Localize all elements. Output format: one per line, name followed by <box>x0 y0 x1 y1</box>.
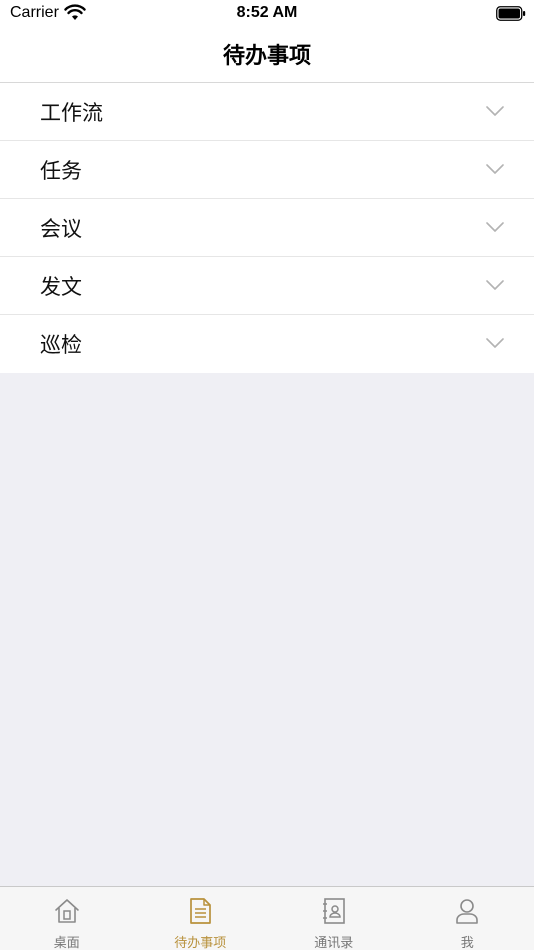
list-item-label: 会议 <box>40 217 82 241</box>
tab-todo[interactable]: 待办事项 <box>134 887 268 950</box>
top-header: Carrier 8:52 AM 待办事项 <box>0 0 534 83</box>
todo-category-list: 工作流 任务 会议 发文 巡检 <box>0 83 534 373</box>
list-item-label: 任务 <box>40 159 82 183</box>
chevron-down-icon <box>486 338 504 348</box>
list-item-workflow[interactable]: 工作流 <box>0 83 534 141</box>
status-time: 8:52 AM <box>236 4 298 21</box>
status-bar: Carrier 8:52 AM <box>0 0 534 28</box>
list-item-label: 巡检 <box>40 333 82 357</box>
battery-icon <box>496 6 526 21</box>
chevron-down-icon <box>486 106 504 116</box>
contacts-book-icon <box>322 898 345 924</box>
list-item-meeting[interactable]: 会议 <box>0 199 534 257</box>
list-item-dispatch[interactable]: 发文 <box>0 257 534 315</box>
list-item-task[interactable]: 任务 <box>0 141 534 199</box>
tab-bar: 桌面 待办事项 通讯录 我 <box>0 886 534 950</box>
tab-label: 通讯录 <box>314 936 354 950</box>
person-icon <box>456 899 479 924</box>
list-item-inspection[interactable]: 巡检 <box>0 315 534 373</box>
list-item-label: 发文 <box>40 275 82 299</box>
tab-desktop[interactable]: 桌面 <box>0 887 134 950</box>
tab-label: 我 <box>460 936 474 950</box>
home-icon <box>54 899 79 923</box>
document-icon <box>190 898 212 924</box>
tab-label: 待办事项 <box>174 936 227 950</box>
chevron-down-icon <box>486 222 504 232</box>
tab-contacts[interactable]: 通讯录 <box>267 887 401 950</box>
chevron-down-icon <box>486 280 504 290</box>
list-item-label: 工作流 <box>40 101 103 125</box>
tab-me[interactable]: 我 <box>401 887 534 950</box>
chevron-down-icon <box>486 164 504 174</box>
page-title: 待办事项 <box>222 44 311 69</box>
tab-label: 桌面 <box>53 936 80 950</box>
